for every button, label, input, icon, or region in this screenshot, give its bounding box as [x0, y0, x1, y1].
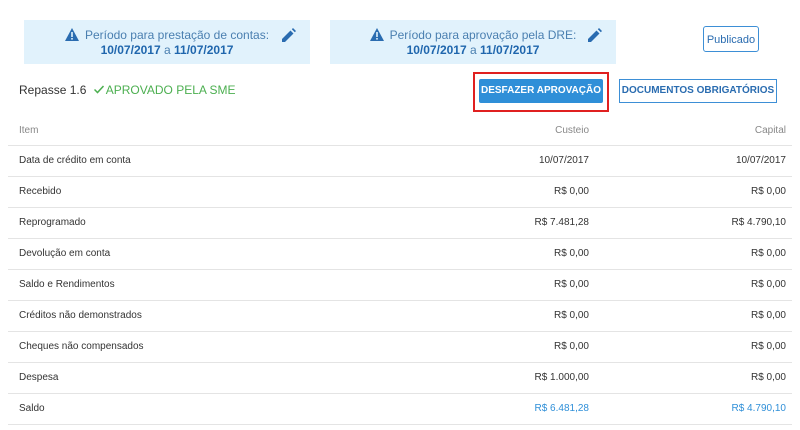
- row-item: Reprogramado: [19, 217, 86, 228]
- approval-status-text: APROVADO PELA SME: [105, 83, 236, 97]
- dre-period-label: Período para aprovação pela DRE:: [389, 28, 577, 42]
- accounts-period-start: 10/07/2017: [100, 43, 161, 57]
- row-custeio: R$ 7.481,28: [534, 217, 590, 228]
- header-capital: Capital: [754, 125, 786, 136]
- required-documents-button[interactable]: DOCUMENTOS OBRIGATÓRIOS: [619, 79, 777, 103]
- row-custeio: R$ 0,00: [553, 279, 589, 290]
- repasse-table: Item Custeio Capital Data de crédito em …: [8, 116, 792, 425]
- repasse-label: Repasse 1.6: [19, 83, 87, 97]
- row-custeio: R$ 0,00: [553, 341, 589, 352]
- table-row: Cheques não compensados R$ 0,00 R$ 0,00: [8, 332, 792, 363]
- dre-period-banner: Período para aprovação pela DRE: 10/07/2…: [330, 20, 616, 64]
- row-capital: R$ 0,00: [750, 341, 786, 352]
- header-custeio: Custeio: [555, 125, 589, 136]
- row-custeio: 10/07/2017: [538, 155, 589, 166]
- row-capital: 10/07/2017: [735, 155, 786, 166]
- table-row: Saldo e Rendimentos R$ 0,00 R$ 0,00: [8, 270, 792, 301]
- row-capital: R$ 4.790,10: [731, 403, 787, 414]
- table-row: Data de crédito em conta 10/07/2017 10/0…: [8, 146, 792, 177]
- warning-icon: [369, 28, 384, 41]
- dre-period-start: 10/07/2017: [406, 43, 467, 57]
- row-custeio: R$ 0,00: [553, 186, 589, 197]
- pencil-icon[interactable]: [282, 28, 296, 42]
- row-capital: R$ 4.790,10: [731, 217, 787, 228]
- check-icon: [93, 85, 104, 94]
- row-item: Saldo: [19, 403, 45, 414]
- table-row: Recebido R$ 0,00 R$ 0,00: [8, 177, 792, 208]
- accounts-period-separator: a: [163, 43, 171, 57]
- row-item: Recebido: [19, 186, 62, 197]
- row-custeio: R$ 6.481,28: [534, 403, 590, 414]
- row-item: Despesa: [19, 372, 59, 383]
- accounts-period-banner: Período para prestação de contas: 10/07/…: [24, 20, 310, 64]
- row-capital: R$ 0,00: [750, 372, 786, 383]
- row-capital: R$ 0,00: [750, 279, 786, 290]
- dre-period-end: 11/07/2017: [480, 43, 540, 57]
- accounts-period-end: 11/07/2017: [174, 43, 234, 57]
- undo-approval-button[interactable]: DESFAZER APROVAÇÃO: [479, 79, 603, 103]
- table-row: Despesa R$ 1.000,00 R$ 0,00: [8, 363, 792, 394]
- row-item: Data de crédito em conta: [19, 155, 131, 166]
- table-row-total: Saldo R$ 6.481,28 R$ 4.790,10: [8, 394, 792, 425]
- row-item: Créditos não demonstrados: [19, 310, 142, 321]
- table-header: Item Custeio Capital: [8, 116, 792, 146]
- warning-icon: [64, 28, 79, 41]
- pencil-icon[interactable]: [588, 28, 602, 42]
- dre-period-separator: a: [469, 43, 477, 57]
- row-custeio: R$ 0,00: [553, 310, 589, 321]
- accounts-period-label: Período para prestação de contas:: [84, 28, 270, 42]
- row-item: Devolução em conta: [19, 248, 111, 259]
- header-item: Item: [19, 125, 39, 136]
- row-capital: R$ 0,00: [750, 248, 786, 259]
- row-custeio: R$ 1.000,00: [534, 372, 590, 383]
- row-item: Cheques não compensados: [19, 341, 144, 352]
- published-button[interactable]: Publicado: [703, 26, 759, 52]
- table-row: Reprogramado R$ 7.481,28 R$ 4.790,10: [8, 208, 792, 239]
- row-item: Saldo e Rendimentos: [19, 279, 115, 290]
- row-capital: R$ 0,00: [750, 186, 786, 197]
- repasse-header: Repasse 1.6 APROVADO PELA SME: [19, 83, 236, 97]
- approval-status: APROVADO PELA SME: [93, 83, 236, 97]
- table-row: Créditos não demonstrados R$ 0,00 R$ 0,0…: [8, 301, 792, 332]
- table-row: Devolução em conta R$ 0,00 R$ 0,00: [8, 239, 792, 270]
- row-custeio: R$ 0,00: [553, 248, 589, 259]
- row-capital: R$ 0,00: [750, 310, 786, 321]
